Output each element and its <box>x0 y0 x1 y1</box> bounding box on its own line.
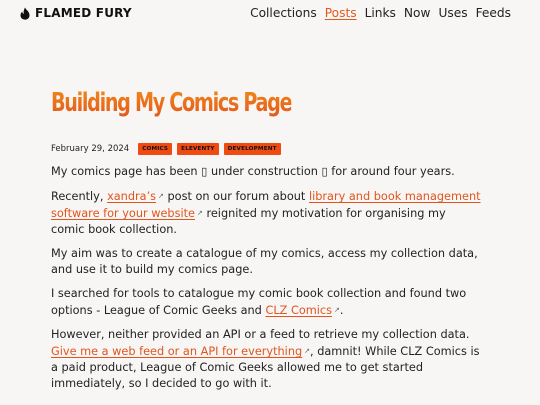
brand-name: FLAMED FURY <box>35 6 132 20</box>
nav-collections[interactable]: Collections <box>250 6 317 20</box>
post-content: My comics page has been ▯ under construc… <box>51 164 481 400</box>
text-span: However, neither provided an API or a fe… <box>51 328 470 341</box>
tag-comics[interactable]: COMICS <box>138 143 173 155</box>
site-header: FLAMED FURY Collections Posts Links Now … <box>0 0 540 28</box>
paragraph-intro: My comics page has been ▯ under construc… <box>51 165 455 178</box>
paragraph-api: However, neither provided an API or a fe… <box>51 327 481 392</box>
text-span: post on our forum about <box>163 190 309 203</box>
text-span: Recently, <box>51 190 108 203</box>
post-title: Building My Comics Page <box>51 88 293 118</box>
tag-eleventy[interactable]: ELEVENTY <box>177 143 219 155</box>
paragraph-aim: My aim was to create a catalogue of my c… <box>51 247 478 276</box>
post-date: February 29, 2024 <box>51 144 130 154</box>
flame-icon <box>20 7 30 20</box>
text-span: . <box>339 304 344 317</box>
nav-uses[interactable]: Uses <box>438 6 467 20</box>
post-meta: February 29, 2024 COMICS ELEVENTY DEVELO… <box>51 143 281 155</box>
paragraph-tools: I searched for tools to catalogue my com… <box>51 286 481 319</box>
nav-now[interactable]: Now <box>404 6 431 20</box>
nav-links[interactable]: Links <box>365 6 396 20</box>
site-logo[interactable]: FLAMED FURY <box>19 6 132 20</box>
text-span: I searched for tools to catalogue my com… <box>51 287 467 317</box>
tag-development[interactable]: DEVELOPMENT <box>223 143 281 155</box>
paragraph-motivation: Recently, xandra’s ↗ post on our forum ab… <box>51 188 481 238</box>
nav-feeds[interactable]: Feeds <box>476 6 511 20</box>
link-clz-comics[interactable]: CLZ Comics <box>265 304 332 317</box>
link-xandra[interactable]: xandra’s <box>107 190 156 203</box>
main-nav: Collections Posts Links Now Uses Feeds <box>250 6 511 20</box>
link-web-feed[interactable]: Give me a web feed or an API for everyth… <box>51 345 302 358</box>
nav-posts[interactable]: Posts <box>325 6 357 20</box>
